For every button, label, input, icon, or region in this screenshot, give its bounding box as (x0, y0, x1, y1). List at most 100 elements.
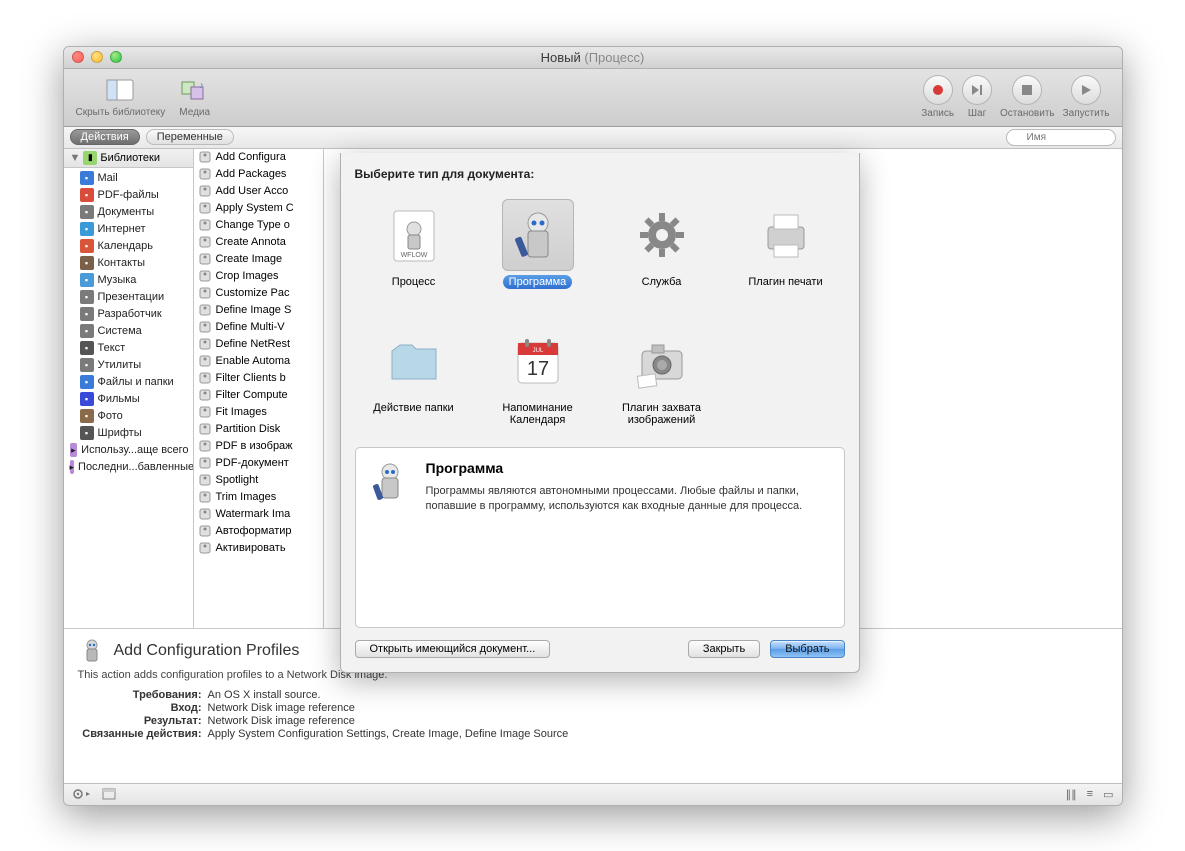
choose-button[interactable]: Выбрать (770, 640, 844, 658)
library-item[interactable]: ▪Фильмы (64, 391, 193, 408)
action-item[interactable]: Create Annota (194, 234, 323, 251)
segment-actions[interactable]: Действия (70, 129, 140, 145)
action-item[interactable]: Partition Disk (194, 421, 323, 438)
action-item[interactable]: Crop Images (194, 268, 323, 285)
action-item[interactable]: Change Type o (194, 217, 323, 234)
action-item[interactable]: Автоформатир (194, 523, 323, 540)
action-item[interactable]: Add User Acco (194, 183, 323, 200)
action-item[interactable]: Filter Compute (194, 387, 323, 404)
type-card-calendar[interactable]: JUL17Напоминание Календаря (479, 317, 597, 437)
action-label: Автоформатир (216, 525, 292, 537)
type-card-folder[interactable]: Действие папки (355, 317, 473, 437)
view-columns-icon[interactable]: ▭ (1103, 788, 1113, 801)
app-icon (502, 199, 574, 271)
library-item[interactable]: ▪Разработчик (64, 306, 193, 323)
action-item[interactable]: PDF-документ (194, 455, 323, 472)
category-icon: ▪ (80, 426, 94, 440)
record-button[interactable]: Запись (921, 75, 954, 119)
action-item[interactable]: Customize Pac (194, 285, 323, 302)
execute-indicator-icon[interactable] (102, 788, 116, 800)
action-item[interactable]: Fit Images (194, 404, 323, 421)
type-card-app[interactable]: Программа (479, 191, 597, 311)
open-existing-button[interactable]: Открыть имеющийся документ... (355, 640, 551, 658)
action-item[interactable]: PDF в изображ (194, 438, 323, 455)
type-card-camera[interactable]: Плагин захвата изображений (603, 317, 721, 437)
category-icon: ▪ (80, 273, 94, 287)
library-tree[interactable]: ▪Mail▪PDF-файлы▪Документы▪Интернет▪Кален… (64, 168, 193, 628)
modal-buttons: Открыть имеющийся документ... Закрыть Вы… (355, 640, 845, 658)
close-button[interactable]: Закрыть (688, 640, 760, 658)
library-item[interactable]: ▪Музыка (64, 272, 193, 289)
library-item-label: Система (98, 325, 142, 337)
action-item[interactable]: Filter Clients b (194, 370, 323, 387)
view-list-icon[interactable]: ≡ (1087, 788, 1093, 800)
info-out-val: Network Disk image reference (208, 715, 1108, 727)
library-item[interactable]: ▪Mail (64, 170, 193, 187)
automator-icon (78, 637, 106, 665)
action-icon (198, 422, 212, 436)
media-button[interactable]: ♪ Медиа (179, 76, 210, 118)
action-icon (198, 252, 212, 266)
action-label: Partition Disk (216, 423, 281, 435)
action-item[interactable]: Define NetRest (194, 336, 323, 353)
action-item[interactable]: Spotlight (194, 472, 323, 489)
view-icons-icon[interactable]: ∥∥ (1066, 788, 1077, 801)
library-item[interactable]: ▪Фото (64, 408, 193, 425)
run-button[interactable]: Запустить (1063, 75, 1110, 119)
library-header[interactable]: ▼ ▮ Библиотеки (64, 149, 193, 168)
library-item[interactable]: ▪PDF-файлы (64, 187, 193, 204)
library-item[interactable]: ▪Презентации (64, 289, 193, 306)
library-smart-item[interactable]: ▸Использу...аще всего (64, 442, 193, 459)
action-item[interactable]: Add Configura (194, 149, 323, 166)
type-card-gear[interactable]: Служба (603, 191, 721, 311)
camera-icon (626, 325, 698, 397)
step-button[interactable]: Шаг (962, 75, 992, 119)
action-label: Активировать (216, 542, 286, 554)
stop-button[interactable]: Остановить (1000, 75, 1055, 119)
action-item[interactable]: Активировать (194, 540, 323, 557)
library-item[interactable]: ▪Календарь (64, 238, 193, 255)
modal-desc-body: Программы являются автономными процессам… (426, 484, 832, 515)
library-item[interactable]: ▪Шрифты (64, 425, 193, 442)
library-item[interactable]: ▪Контакты (64, 255, 193, 272)
type-card-wflow[interactable]: WFLOWПроцесс (355, 191, 473, 311)
action-item[interactable]: Add Packages (194, 166, 323, 183)
library-smart-item[interactable]: ▸Последни...бавленные (64, 459, 193, 476)
action-item[interactable]: Define Image S (194, 302, 323, 319)
library-item-label: Фото (98, 410, 123, 422)
modal-description-box: Программа Программы являются автономными… (355, 447, 845, 628)
library-item[interactable]: ▪Документы (64, 204, 193, 221)
action-label: Apply System C (216, 202, 294, 214)
library-item-label: Фильмы (98, 393, 140, 405)
type-card-printer[interactable]: Плагин печати (727, 191, 845, 311)
action-item[interactable]: Trim Images (194, 489, 323, 506)
gear-menu-icon[interactable] (72, 788, 92, 800)
library-item[interactable]: ▪Утилиты (64, 357, 193, 374)
action-item[interactable]: Apply System C (194, 200, 323, 217)
library-item[interactable]: ▪Текст (64, 340, 193, 357)
action-label: PDF-документ (216, 457, 289, 469)
modal-title: Выберите тип для документа: (355, 167, 845, 181)
search-input[interactable] (1006, 129, 1116, 146)
action-icon (198, 524, 212, 538)
actions-column[interactable]: Add ConfiguraAdd PackagesAdd User Acco Ap… (194, 149, 324, 628)
type-card-label: Программа (503, 275, 573, 289)
toolbar-label: Скрыть библиотеку (76, 107, 166, 118)
library-item[interactable]: ▪Интернет (64, 221, 193, 238)
segment-variables[interactable]: Переменные (146, 129, 234, 145)
action-item[interactable]: Create Image (194, 251, 323, 268)
action-item[interactable]: Enable Automa (194, 353, 323, 370)
action-item[interactable]: Define Multi-V (194, 319, 323, 336)
category-icon: ▪ (80, 239, 94, 253)
action-item[interactable]: Watermark Ima (194, 506, 323, 523)
category-icon: ▪ (80, 256, 94, 270)
library-header-label: Библиотеки (100, 152, 160, 164)
type-card-label: Действие папки (367, 401, 459, 415)
library-item[interactable]: ▪Система (64, 323, 193, 340)
play-icon (1071, 75, 1101, 105)
hide-library-button[interactable]: Скрыть библиотеку (76, 76, 166, 118)
action-label: Define Multi-V (216, 321, 285, 333)
action-icon (198, 541, 212, 555)
toolbar-right: Запись Шаг Остановить Запустить (921, 75, 1109, 119)
library-item[interactable]: ▪Файлы и папки (64, 374, 193, 391)
